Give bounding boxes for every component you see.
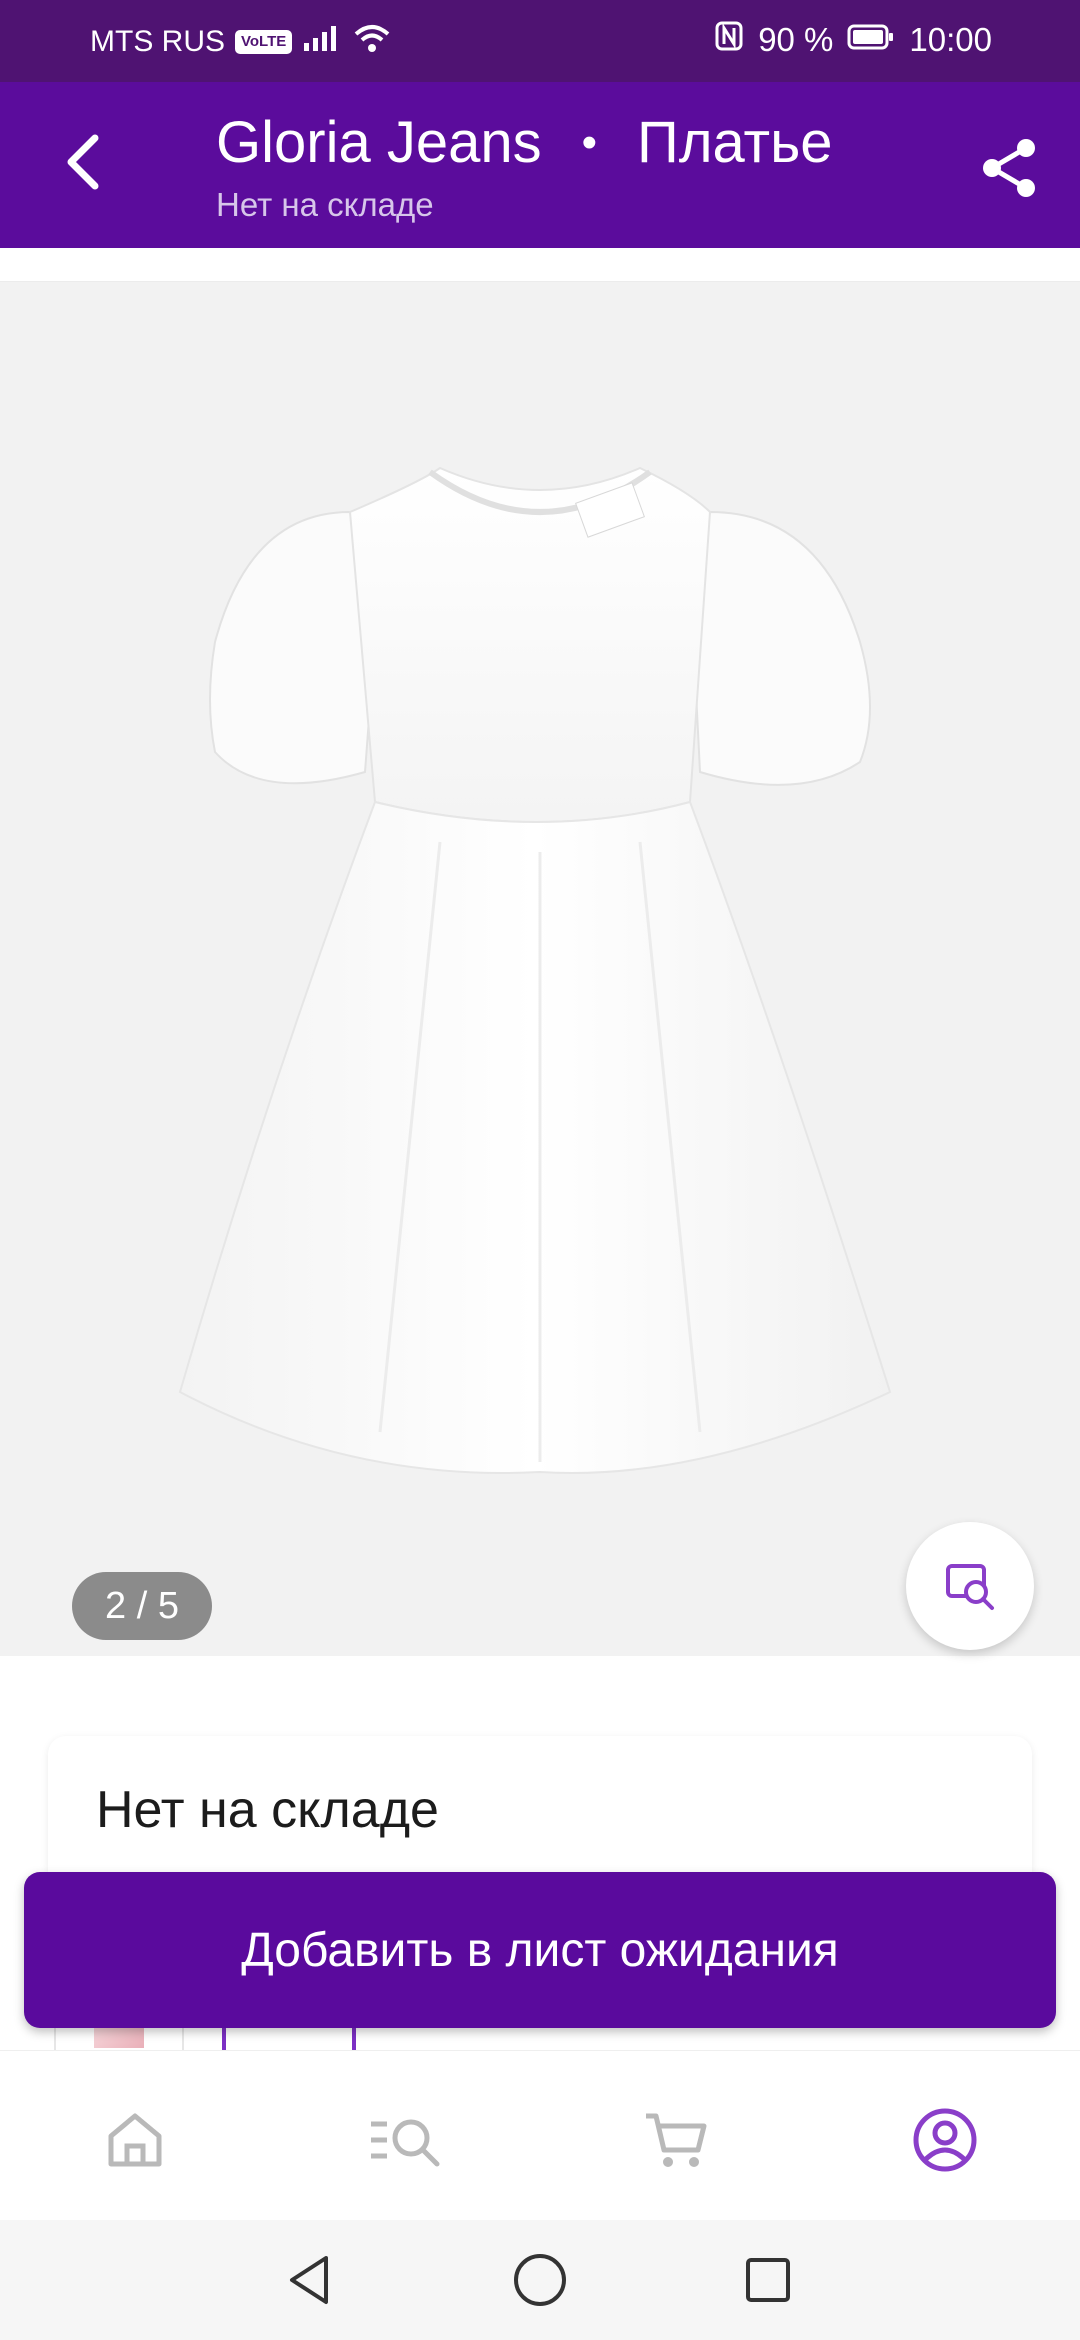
system-recents-button[interactable] xyxy=(730,2242,806,2318)
dress-image xyxy=(178,466,892,1474)
square-recents-icon xyxy=(746,2258,790,2302)
circle-home-icon xyxy=(514,2254,566,2306)
title-separator: • xyxy=(581,118,598,167)
profile-icon xyxy=(913,2108,977,2172)
signal-icon xyxy=(302,23,342,61)
arrow-back-icon xyxy=(67,134,99,190)
page-title: Gloria Jeans • Платье xyxy=(216,108,833,178)
stock-status-text: Нет на складе xyxy=(96,1781,439,1839)
product-page: MTS RUS VoLTE 90 % 10:00 Gloria Jeans • … xyxy=(0,0,1080,2340)
bottom-navigation xyxy=(0,2050,1080,2220)
header-gap xyxy=(0,248,1080,282)
nav-profile[interactable] xyxy=(900,2095,990,2185)
product-gallery[interactable]: 2 / 5 xyxy=(0,282,1080,1656)
share-icon xyxy=(983,139,1035,197)
brand-title: Gloria Jeans xyxy=(216,110,542,175)
volte-badge: VoLTE xyxy=(235,30,293,54)
image-search-icon xyxy=(946,1564,994,1610)
visual-search-button[interactable] xyxy=(906,1522,1034,1650)
status-bar: MTS RUS VoLTE 90 % 10:00 xyxy=(0,0,1080,82)
catalog-search-icon xyxy=(371,2119,440,2167)
battery-percent: 90 % xyxy=(758,21,834,58)
availability-subtitle: Нет на складе xyxy=(216,186,434,223)
nav-home[interactable] xyxy=(90,2095,180,2185)
nav-cart[interactable] xyxy=(632,2095,722,2185)
clock: 10:00 xyxy=(909,21,992,58)
add-to-waitlist-button[interactable]: Добавить в лист ожидания xyxy=(24,1872,1056,2028)
system-navigation-bar xyxy=(0,2220,1080,2340)
nav-catalog[interactable] xyxy=(362,2095,452,2185)
category-title: Платье xyxy=(637,110,833,175)
home-icon xyxy=(108,2113,162,2167)
battery-icon xyxy=(847,21,895,59)
title-block: Gloria Jeans • Платье Нет на складе xyxy=(216,108,833,224)
cart-icon xyxy=(646,2113,707,2167)
wifi-icon xyxy=(352,22,392,62)
nfc-icon xyxy=(714,20,744,60)
back-button[interactable] xyxy=(44,122,124,202)
app-bar: Gloria Jeans • Платье Нет на складе xyxy=(0,82,1080,248)
image-counter: 2 / 5 xyxy=(72,1572,212,1640)
system-back-button[interactable] xyxy=(272,2242,348,2318)
share-button[interactable] xyxy=(970,128,1050,208)
status-left: MTS RUS VoLTE xyxy=(90,22,392,62)
system-home-button[interactable] xyxy=(502,2242,578,2318)
triangle-back-icon xyxy=(290,2256,328,2304)
carrier-label: MTS RUS xyxy=(90,25,225,58)
status-right: 90 % 10:00 xyxy=(714,20,992,60)
